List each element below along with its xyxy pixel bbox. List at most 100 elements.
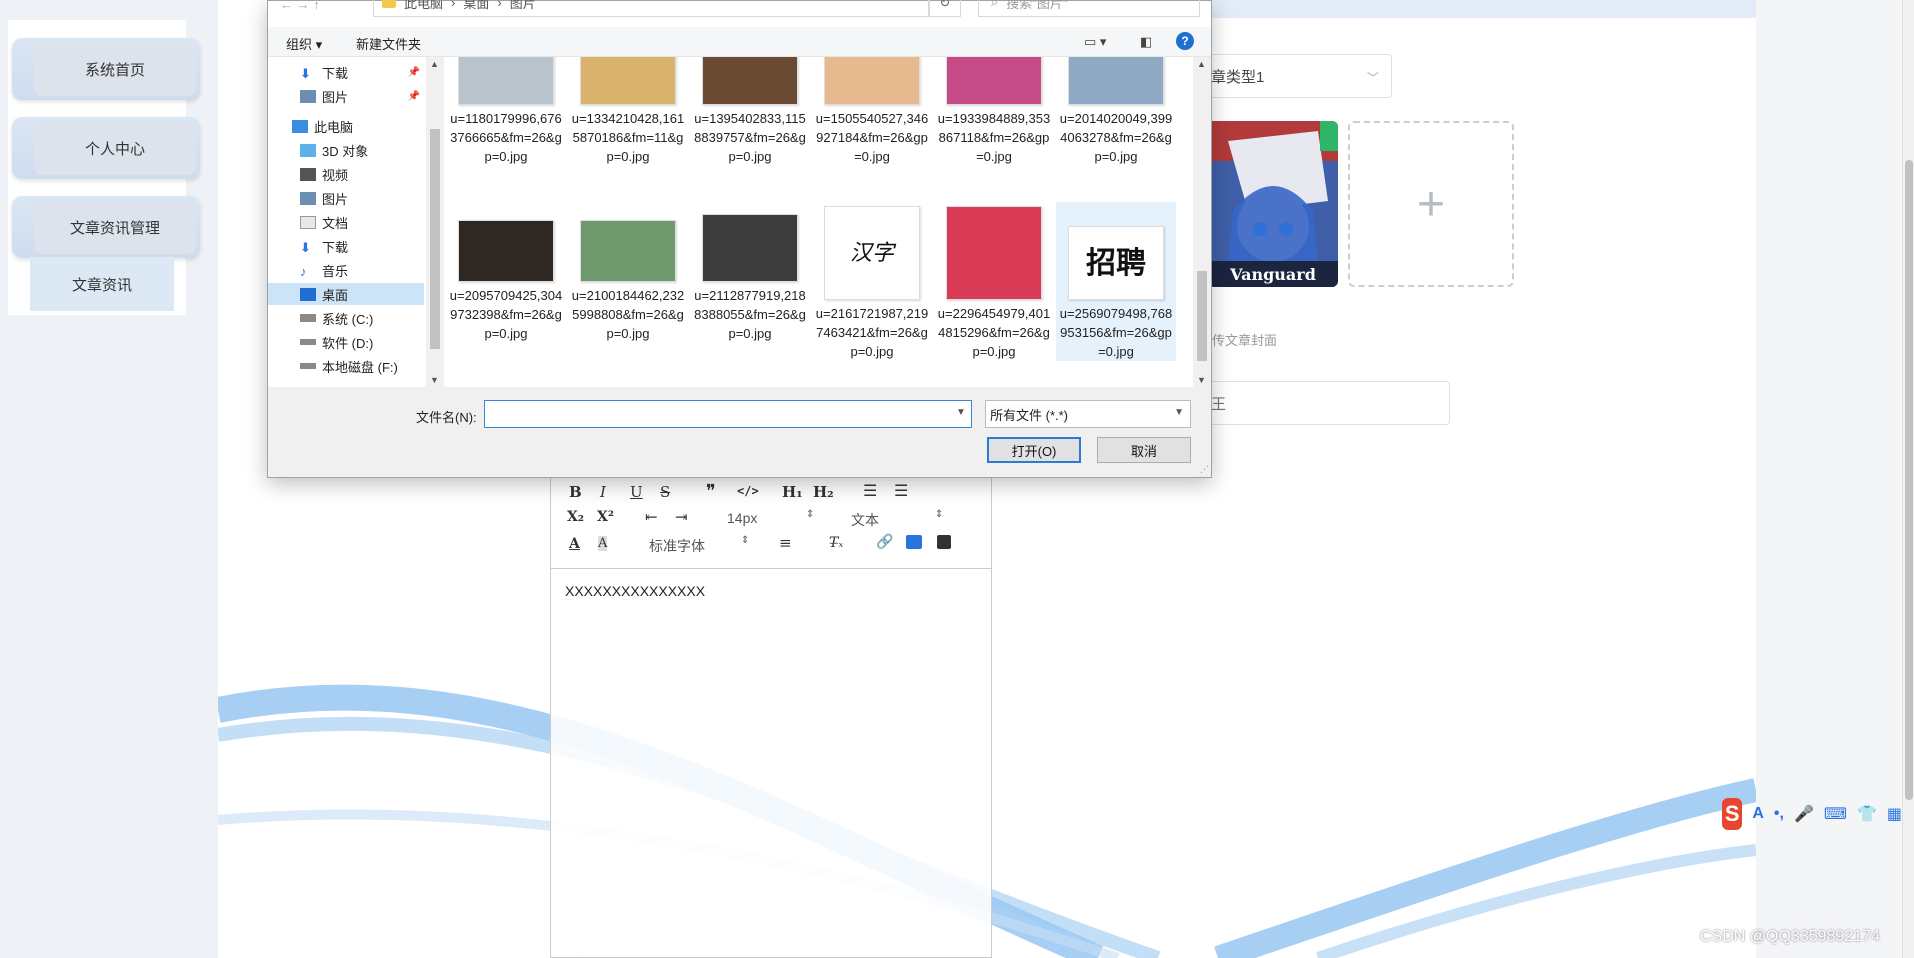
help-icon[interactable]: ? xyxy=(1176,32,1194,50)
file-item[interactable]: u=1933984889,353867118&fm=26&gp=0.jpg xyxy=(934,57,1054,166)
text-input[interactable]: 王 xyxy=(1196,381,1450,425)
menu-home[interactable]: 系统首页 xyxy=(12,38,200,100)
file-type-filter[interactable]: 所有文件 (*.*) ▼ xyxy=(985,400,1191,428)
font-family-select[interactable]: 标准字体 xyxy=(649,536,705,556)
clear-format-icon[interactable]: T̶ₓ xyxy=(829,535,843,551)
bullet-list-icon[interactable]: ☰ xyxy=(894,481,908,500)
file-list-scrollbar-thumb[interactable] xyxy=(1197,271,1207,361)
ime-mode-icon[interactable]: A xyxy=(1752,805,1764,823)
video-icon[interactable] xyxy=(937,535,951,549)
file-item[interactable]: u=2014020049,3994063278&fm=26&gp=0.jpg xyxy=(1056,57,1176,166)
file-item[interactable]: u=1395402833,1158839757&fm=26&gp=0.jpg xyxy=(690,57,810,166)
scroll-down-icon[interactable]: ▼ xyxy=(1197,375,1206,385)
file-list-scrollbar[interactable]: ▲ ▼ xyxy=(1193,57,1211,387)
upload-cover-button[interactable]: + xyxy=(1348,121,1514,287)
nav-label: 图片 xyxy=(322,191,349,207)
cancel-button[interactable]: 取消 xyxy=(1097,437,1191,463)
desktop-icon xyxy=(300,287,316,301)
scroll-up-icon[interactable]: ▲ xyxy=(430,59,439,69)
skin-icon[interactable]: 👕 xyxy=(1857,804,1877,824)
file-item[interactable]: u=1334210428,1615870186&fm=11&gp=0.jpg xyxy=(568,57,688,166)
nav-item-pictures-quick[interactable]: 图片 📌 xyxy=(268,85,424,107)
filename-input[interactable] xyxy=(484,400,972,428)
subscript-button[interactable]: X₂ xyxy=(567,509,584,525)
file-item[interactable]: u=2100184462,2325998808&fm=26&gp=0.jpg xyxy=(568,206,688,343)
new-folder-button[interactable]: 新建文件夹 xyxy=(356,34,421,53)
underline-button[interactable]: U xyxy=(630,483,643,501)
blockquote-button[interactable]: ❞ xyxy=(706,481,716,502)
bold-button[interactable]: B xyxy=(569,483,582,501)
ordered-list-icon[interactable]: ☰ xyxy=(863,481,877,500)
nav-scrollbar-thumb[interactable] xyxy=(430,129,440,349)
open-button[interactable]: 打开(O) xyxy=(987,437,1081,463)
file-item[interactable]: 汉字 u=2161721987,2197463421&fm=26&gp=0.jp… xyxy=(812,206,932,361)
italic-button[interactable]: I xyxy=(600,483,606,501)
nav-label: 音乐 xyxy=(322,263,349,279)
keyboard-icon[interactable]: ⌨ xyxy=(1824,804,1847,824)
nav-item-music[interactable]: ♪ 音乐 xyxy=(268,259,424,281)
file-thumbnail xyxy=(1068,57,1164,105)
sogou-ime-icon[interactable]: S xyxy=(1722,798,1743,830)
organize-menu[interactable]: 组织 ▾ xyxy=(286,34,322,53)
view-options-icon[interactable]: ▭ ▾ xyxy=(1084,34,1106,50)
font-size-select[interactable]: 14px xyxy=(727,510,757,526)
menu-personal-center[interactable]: 个人中心 xyxy=(12,117,200,179)
breadcrumb-pictures[interactable]: 图片 xyxy=(510,0,536,12)
header1-button[interactable]: H₁ xyxy=(782,483,803,501)
back-forward-icons[interactable]: ← → ↑ xyxy=(280,0,320,12)
resize-grip-icon[interactable]: ⋰ xyxy=(1200,464,1209,475)
nav-item-videos[interactable]: 视频 xyxy=(268,163,424,185)
nav-item-drive-d[interactable]: 软件 (D:) xyxy=(268,331,424,353)
menu-personal-label: 个人中心 xyxy=(34,121,196,175)
font-color-icon[interactable]: A xyxy=(569,536,580,552)
nav-item-documents[interactable]: 文档 xyxy=(268,211,424,233)
scroll-up-icon[interactable]: ▲ xyxy=(1197,59,1206,69)
breadcrumb-computer[interactable]: 此电脑 xyxy=(404,0,443,12)
search-input[interactable]: ⌕ 搜索"图片" xyxy=(978,0,1200,17)
nav-item-drive-c[interactable]: 系统 (C:) xyxy=(268,307,424,329)
nav-scrollbar[interactable]: ▲ ▼ xyxy=(426,57,444,387)
strike-button[interactable]: S xyxy=(660,483,670,501)
microphone-icon[interactable]: 🎤 xyxy=(1794,804,1814,824)
outdent-icon[interactable]: ⇤ xyxy=(645,508,658,526)
file-item[interactable]: u=1505540527,346927184&fm=26&gp=0.jpg xyxy=(812,57,932,166)
submenu-article-news[interactable]: 文章资讯 xyxy=(30,257,174,311)
superscript-button[interactable]: X² xyxy=(597,509,614,525)
search-placeholder: 搜索"图片" xyxy=(1006,0,1068,11)
file-thumbnail xyxy=(946,57,1042,105)
address-bar[interactable]: 此电脑 › 桌面 › 图片 xyxy=(373,0,929,17)
align-icon[interactable]: ≡ xyxy=(779,534,792,552)
menu-article-management[interactable]: 文章资讯管理 xyxy=(12,196,200,258)
nav-item-drive-f[interactable]: 本地磁盘 (F:) xyxy=(268,355,424,377)
breadcrumb-desktop[interactable]: 桌面 xyxy=(463,0,489,12)
article-type-select[interactable]: 章类型1 ﹀ xyxy=(1196,54,1392,98)
image-icon[interactable] xyxy=(906,535,922,549)
nav-item-desktop[interactable]: 桌面 xyxy=(268,283,424,305)
nav-item-this-pc[interactable]: 此电脑 xyxy=(268,115,424,137)
background-color-icon[interactable]: A xyxy=(598,536,608,551)
preview-pane-icon[interactable]: ◧ xyxy=(1140,34,1152,50)
page-scrollbar-thumb[interactable] xyxy=(1905,160,1913,800)
chevron-down-icon[interactable]: ▼ xyxy=(956,407,966,418)
apps-grid-icon[interactable]: ▦ xyxy=(1887,804,1902,824)
file-item[interactable]: u=2095709425,3049732398&fm=26&gp=0.jpg xyxy=(446,206,566,343)
link-icon[interactable]: 🔗 xyxy=(876,534,893,550)
text-type-select[interactable]: 文本 xyxy=(851,510,879,530)
nav-item-downloads-quick[interactable]: ⬇ 下载 📌 xyxy=(268,61,424,83)
file-item-selected[interactable]: 招聘 u=2569079498,768953156&fm=26&gp=0.jpg xyxy=(1056,202,1176,361)
editor-content[interactable]: XXXXXXXXXXXXXXX xyxy=(565,583,705,599)
scroll-down-icon[interactable]: ▼ xyxy=(430,375,439,385)
refresh-icon[interactable]: ↻ xyxy=(929,0,961,17)
file-item[interactable]: u=2296454979,4014815296&fm=26&gp=0.jpg xyxy=(934,206,1054,361)
header2-button[interactable]: H₂ xyxy=(813,483,834,501)
nav-item-downloads[interactable]: ⬇ 下载 xyxy=(268,235,424,257)
code-block-button[interactable]: </> xyxy=(737,484,759,498)
cover-image-preview[interactable]: Vanguard xyxy=(1208,121,1338,287)
file-item[interactable]: u=2112877919,2188388055&fm=26&gp=0.jpg xyxy=(690,206,810,343)
nav-item-3d-objects[interactable]: 3D 对象 xyxy=(268,139,424,161)
indent-icon[interactable]: ⇥ xyxy=(675,508,688,526)
file-item[interactable]: u=1180179996,6763766665&fm=26&gp=0.jpg xyxy=(446,57,566,166)
page-scrollbar[interactable] xyxy=(1902,0,1914,958)
nav-item-pictures[interactable]: 图片 xyxy=(268,187,424,209)
ime-punctuation-icon[interactable]: •, xyxy=(1774,805,1784,823)
